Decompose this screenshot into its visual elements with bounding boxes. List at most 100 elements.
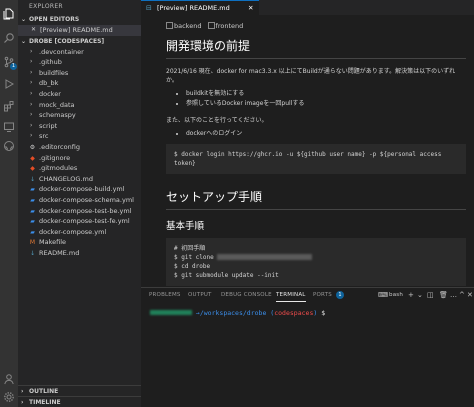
prompt-branch: codespaces xyxy=(274,309,314,317)
more-actions-icon[interactable]: … xyxy=(450,291,457,299)
markdown-preview: backend frontend 開発環境の前提 2021/6/16 現在、do… xyxy=(166,22,466,286)
heading-basic: 基本手順 xyxy=(166,221,205,232)
open-editors-section[interactable]: ⌄ OPEN EDITORS xyxy=(18,14,141,25)
file-label: docker-compose-build.yml xyxy=(39,185,125,194)
chevron-down-icon[interactable]: ⌄ xyxy=(417,291,423,299)
folder-label: script xyxy=(39,121,58,130)
file-item[interactable]: ↓ README.md xyxy=(18,248,141,259)
broken-image-icon xyxy=(166,22,173,29)
open-editor-item[interactable]: ✕ [Preview] README.md xyxy=(18,25,141,36)
search-icon[interactable] xyxy=(3,32,15,44)
close-icon[interactable]: ✕ xyxy=(248,4,253,12)
bottom-panel: PROBLEMS OUTPUT DEBUG CONSOLE TERMINAL P… xyxy=(141,287,474,407)
folder-label: docker xyxy=(39,89,61,98)
redacted-username xyxy=(150,310,192,315)
chevron-down-icon: ⌄ xyxy=(21,16,27,23)
list-item: dockerへのログイン xyxy=(186,129,466,138)
files-icon[interactable] xyxy=(3,8,15,20)
also-paragraph: また、以下のことを行ってください。 xyxy=(166,117,268,124)
git-file-icon: ◆ xyxy=(30,165,35,173)
timeline-section[interactable]: › TIMELINE xyxy=(18,396,141,407)
folder-item[interactable]: › .github xyxy=(18,57,141,68)
folder-item[interactable]: › schemaspy xyxy=(18,110,141,121)
file-item[interactable]: ↓ CHANGELOG.md xyxy=(18,174,141,185)
tab-problems[interactable]: PROBLEMS xyxy=(149,292,181,298)
folder-label: .devcontainer xyxy=(39,47,84,56)
docker-file-icon: ▰ xyxy=(30,228,35,236)
tab-terminal[interactable]: TERMINAL xyxy=(276,292,306,302)
badge-row: backend frontend xyxy=(166,22,466,34)
markdown-preview-icon: ⊟ xyxy=(146,4,152,12)
file-item[interactable]: ⚙ .editorconfig xyxy=(18,142,141,153)
chevron-right-icon: › xyxy=(30,47,33,55)
chevron-right-icon: › xyxy=(30,68,33,76)
file-label: docker-compose-test-fe.yml xyxy=(39,217,130,226)
open-editors-label: OPEN EDITORS xyxy=(29,16,80,23)
trash-icon[interactable]: 🗑 xyxy=(439,291,448,299)
folder-item[interactable]: › mock_data xyxy=(18,100,141,111)
timeline-label: TIMELINE xyxy=(29,399,61,406)
explorer-title: EXPLORER xyxy=(29,3,63,10)
file-item[interactable]: ◆ .gitignore xyxy=(18,153,141,164)
run-debug-icon[interactable] xyxy=(3,78,15,90)
file-item[interactable]: M Makefile xyxy=(18,237,141,248)
scm-badge: 1 xyxy=(10,63,17,70)
frontend-badge[interactable]: frontend xyxy=(207,22,243,30)
tab-debug-console[interactable]: DEBUG CONSOLE xyxy=(221,292,272,298)
chevron-right-icon: › xyxy=(30,121,33,129)
outline-label: OUTLINE xyxy=(29,388,59,395)
file-item[interactable]: ▰ docker-compose-schema.yml xyxy=(18,195,141,206)
file-label: .gitmodules xyxy=(39,164,78,173)
folder-label: src xyxy=(39,132,49,141)
prompt-path: →/workspaces/drobe xyxy=(195,309,267,317)
close-icon[interactable]: ✕ xyxy=(467,291,473,299)
chevron-down-icon: ⌄ xyxy=(21,37,27,45)
file-item[interactable]: ▰ docker-compose-build.yml xyxy=(18,184,141,195)
remote-explorer-icon[interactable] xyxy=(3,121,15,133)
shell-label[interactable]: bash xyxy=(389,292,403,298)
file-label: .editorconfig xyxy=(39,142,80,151)
list-item: buildkitを無効にする xyxy=(186,89,466,98)
markdown-file-icon: ↓ xyxy=(29,249,36,257)
settings-gear-icon[interactable] xyxy=(3,391,15,403)
backend-badge[interactable]: backend xyxy=(166,22,201,30)
sidebar-bottom-sections: › OUTLINE › TIMELINE xyxy=(18,385,141,407)
tab-output[interactable]: OUTPUT xyxy=(188,292,212,298)
folder-item[interactable]: › src xyxy=(18,131,141,142)
makefile-icon: M xyxy=(29,239,36,247)
folder-item[interactable]: › buildfiles xyxy=(18,68,141,79)
open-editor-label: [Preview] README.md xyxy=(40,26,113,34)
editor-tabbar: ⊟ [Preview] README.md ✕ xyxy=(141,0,474,15)
add-terminal-icon[interactable]: + xyxy=(408,291,414,299)
heading-dev-env: 開発環境の前提 xyxy=(166,37,466,59)
folder-item[interactable]: › script xyxy=(18,121,141,132)
ports-badge: 1 xyxy=(336,291,344,299)
settings-file-icon: ⚙ xyxy=(29,143,36,151)
file-item[interactable]: ◆ .gitmodules xyxy=(18,163,141,174)
close-icon[interactable]: ✕ xyxy=(31,25,36,36)
maximize-panel-icon[interactable]: ^ xyxy=(459,291,465,299)
fix-list: buildkitを無効にする 参照しているDocker imageを一回pull… xyxy=(166,89,466,108)
markdown-file-icon: ↓ xyxy=(29,175,36,183)
folder-item[interactable]: › .devcontainer xyxy=(18,47,141,58)
editor-tab-readme[interactable]: ⊟ [Preview] README.md ✕ xyxy=(141,0,259,15)
folder-item[interactable]: › db_bk xyxy=(18,78,141,89)
terminal-output[interactable]: →/workspaces/drobe (codespaces) $ xyxy=(150,309,325,317)
folder-item[interactable]: › docker xyxy=(18,89,141,100)
github-icon[interactable] xyxy=(3,140,15,152)
workspace-section[interactable]: ⌄ DROBE [CODESPACES] xyxy=(18,36,141,47)
split-terminal-icon[interactable]: ◫ xyxy=(427,291,434,299)
editor-area: ⊟ [Preview] README.md ✕ backend frontend… xyxy=(141,0,474,287)
folder-label: db_bk xyxy=(39,79,59,88)
file-item[interactable]: ▰ docker-compose.yml xyxy=(18,227,141,238)
outline-section[interactable]: › OUTLINE xyxy=(18,385,141,396)
file-label: docker-compose-test-be.yml xyxy=(39,206,132,215)
docker-file-icon: ▰ xyxy=(30,196,35,204)
file-item[interactable]: ▰ docker-compose-test-fe.yml xyxy=(18,216,141,227)
tab-ports[interactable]: PORTS xyxy=(313,292,332,298)
folder-label: mock_data xyxy=(39,100,75,109)
extensions-icon[interactable] xyxy=(3,100,15,112)
account-icon[interactable] xyxy=(3,373,15,385)
file-item[interactable]: ▰ docker-compose-test-be.yml xyxy=(18,206,141,217)
intro-paragraph: 2021/6/16 現在、docker for mac3.3.x 以上にてBui… xyxy=(166,68,456,84)
